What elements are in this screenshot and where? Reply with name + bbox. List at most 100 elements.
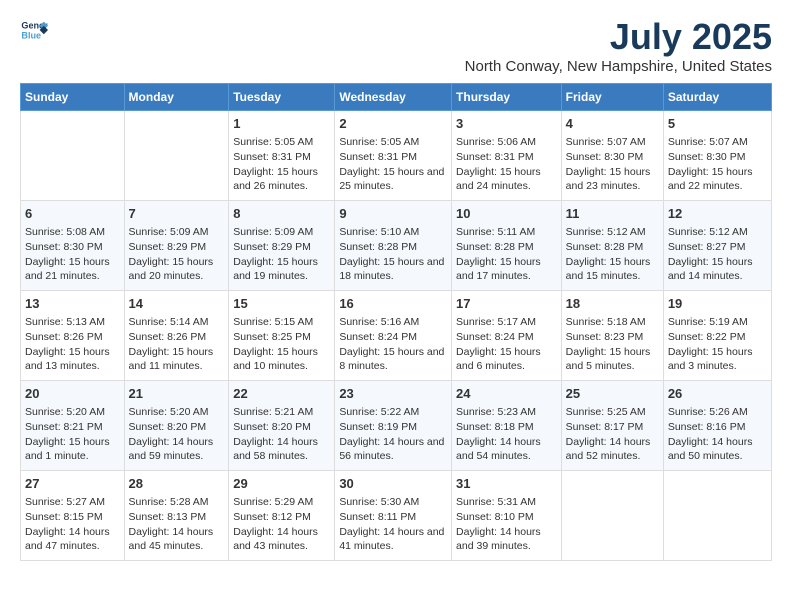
day-info: Sunrise: 5:23 AMSunset: 8:18 PMDaylight:… [456,405,557,464]
calendar-cell: 26 Sunrise: 5:26 AMSunset: 8:16 PMDayligh… [663,381,771,471]
calendar-cell: 23 Sunrise: 5:22 AMSunset: 8:19 PMDayligh… [335,381,452,471]
calendar-cell: 30 Sunrise: 5:30 AMSunset: 8:11 PMDayligh… [335,471,452,561]
page-header: General Blue July 2025 North Conway, New… [20,16,772,75]
calendar-cell: 27Sunrise: 5:27 AMSunset: 8:15 PMDayligh… [21,471,125,561]
day-info: Sunrise: 5:22 AMSunset: 8:19 PMDaylight:… [339,405,447,464]
weekday-header-row: SundayMondayTuesdayWednesdayThursdayFrid… [21,84,772,111]
day-info: Sunrise: 5:16 AMSunset: 8:24 PMDaylight:… [339,315,447,374]
day-info: Sunrise: 5:11 AMSunset: 8:28 PMDaylight:… [456,225,557,284]
day-info: Sunrise: 5:14 AMSunset: 8:26 PMDaylight:… [129,315,225,374]
calendar-cell: 22 Sunrise: 5:21 AMSunset: 8:20 PMDayligh… [229,381,335,471]
weekday-header-thursday: Thursday [452,84,562,111]
calendar-week-row: 20Sunrise: 5:20 AMSunset: 8:21 PMDayligh… [21,381,772,471]
day-number: 16 [339,295,447,313]
day-number: 15 [233,295,330,313]
calendar-cell: 17Sunrise: 5:17 AMSunset: 8:24 PMDayligh… [452,291,562,381]
calendar-cell: 7 Sunrise: 5:09 AMSunset: 8:29 PMDaylight… [124,201,229,291]
day-number: 25 [566,385,659,403]
day-info: Sunrise: 5:29 AMSunset: 8:12 PMDaylight:… [233,495,330,554]
day-info: Sunrise: 5:09 AMSunset: 8:29 PMDaylight:… [233,225,330,284]
weekday-header-friday: Friday [561,84,663,111]
day-number: 6 [25,205,120,223]
calendar-cell: 25 Sunrise: 5:25 AMSunset: 8:17 PMDayligh… [561,381,663,471]
calendar-week-row: 1 Sunrise: 5:05 AMSunset: 8:31 PMDaylight… [21,111,772,201]
day-number: 11 [566,205,659,223]
weekday-header-wednesday: Wednesday [335,84,452,111]
calendar-cell: 24Sunrise: 5:23 AMSunset: 8:18 PMDayligh… [452,381,562,471]
day-number: 21 [129,385,225,403]
day-info: Sunrise: 5:06 AMSunset: 8:31 PMDaylight:… [456,135,557,194]
day-info: Sunrise: 5:26 AMSunset: 8:16 PMDaylight:… [668,405,767,464]
calendar-cell: 2Sunrise: 5:05 AMSunset: 8:31 PMDaylight… [335,111,452,201]
calendar-cell: 13 Sunrise: 5:13 AMSunset: 8:26 PMDayligh… [21,291,125,381]
day-number: 19 [668,295,767,313]
calendar-cell [663,471,771,561]
calendar-cell: 12 Sunrise: 5:12 AMSunset: 8:27 PMDayligh… [663,201,771,291]
calendar-cell: 14 Sunrise: 5:14 AMSunset: 8:26 PMDayligh… [124,291,229,381]
day-number: 4 [566,115,659,133]
day-number: 9 [339,205,447,223]
calendar-cell: 4 Sunrise: 5:07 AMSunset: 8:30 PMDaylight… [561,111,663,201]
weekday-header-monday: Monday [124,84,229,111]
day-number: 3 [456,115,557,133]
calendar-cell: 9Sunrise: 5:10 AMSunset: 8:28 PMDaylight… [335,201,452,291]
day-info: Sunrise: 5:21 AMSunset: 8:20 PMDaylight:… [233,405,330,464]
day-number: 10 [456,205,557,223]
day-info: Sunrise: 5:18 AMSunset: 8:23 PMDaylight:… [566,315,659,374]
day-number: 29 [233,475,330,493]
day-info: Sunrise: 5:13 AMSunset: 8:26 PMDaylight:… [25,315,120,374]
day-info: Sunrise: 5:30 AMSunset: 8:11 PMDaylight:… [339,495,447,554]
logo: General Blue [20,16,48,44]
day-number: 1 [233,115,330,133]
calendar-cell: 18 Sunrise: 5:18 AMSunset: 8:23 PMDayligh… [561,291,663,381]
day-info: Sunrise: 5:28 AMSunset: 8:13 PMDaylight:… [129,495,225,554]
logo-icon: General Blue [20,16,48,44]
day-number: 26 [668,385,767,403]
day-number: 17 [456,295,557,313]
calendar-cell: 3 Sunrise: 5:06 AMSunset: 8:31 PMDaylight… [452,111,562,201]
day-number: 7 [129,205,225,223]
day-info: Sunrise: 5:19 AMSunset: 8:22 PMDaylight:… [668,315,767,374]
day-info: Sunrise: 5:20 AMSunset: 8:20 PMDaylight:… [129,405,225,464]
calendar-cell: 10 Sunrise: 5:11 AMSunset: 8:28 PMDayligh… [452,201,562,291]
day-info: Sunrise: 5:31 AMSunset: 8:10 PMDaylight:… [456,495,557,554]
title-block: July 2025 North Conway, New Hampshire, U… [465,16,772,75]
day-info: Sunrise: 5:07 AMSunset: 8:30 PMDaylight:… [668,135,767,194]
day-number: 28 [129,475,225,493]
day-info: Sunrise: 5:27 AMSunset: 8:15 PMDaylight:… [25,495,120,554]
calendar-cell: 5 Sunrise: 5:07 AMSunset: 8:30 PMDaylight… [663,111,771,201]
day-info: Sunrise: 5:07 AMSunset: 8:30 PMDaylight:… [566,135,659,194]
calendar-cell: 20Sunrise: 5:20 AMSunset: 8:21 PMDayligh… [21,381,125,471]
day-number: 18 [566,295,659,313]
calendar-cell: 15Sunrise: 5:15 AMSunset: 8:25 PMDayligh… [229,291,335,381]
day-info: Sunrise: 5:09 AMSunset: 8:29 PMDaylight:… [129,225,225,284]
calendar-cell [561,471,663,561]
day-number: 22 [233,385,330,403]
month-title: July 2025 [465,16,772,58]
day-number: 14 [129,295,225,313]
calendar-cell: 31 Sunrise: 5:31 AMSunset: 8:10 PMDayligh… [452,471,562,561]
day-info: Sunrise: 5:12 AMSunset: 8:28 PMDaylight:… [566,225,659,284]
calendar-cell: 1Sunrise: 5:05 AMSunset: 8:31 PMDaylight… [229,111,335,201]
weekday-header-sunday: Sunday [21,84,125,111]
day-number: 20 [25,385,120,403]
day-number: 8 [233,205,330,223]
calendar-table: SundayMondayTuesdayWednesdayThursdayFrid… [20,83,772,561]
day-number: 23 [339,385,447,403]
day-number: 5 [668,115,767,133]
calendar-cell: 28 Sunrise: 5:28 AMSunset: 8:13 PMDayligh… [124,471,229,561]
day-number: 13 [25,295,120,313]
calendar-cell: 6Sunrise: 5:08 AMSunset: 8:30 PMDaylight… [21,201,125,291]
calendar-week-row: 27Sunrise: 5:27 AMSunset: 8:15 PMDayligh… [21,471,772,561]
weekday-header-saturday: Saturday [663,84,771,111]
day-info: Sunrise: 5:05 AMSunset: 8:31 PMDaylight:… [339,135,447,194]
day-info: Sunrise: 5:25 AMSunset: 8:17 PMDaylight:… [566,405,659,464]
day-number: 31 [456,475,557,493]
svg-text:Blue: Blue [21,30,41,40]
day-number: 12 [668,205,767,223]
day-number: 30 [339,475,447,493]
calendar-cell: 19 Sunrise: 5:19 AMSunset: 8:22 PMDayligh… [663,291,771,381]
calendar-cell [124,111,229,201]
day-info: Sunrise: 5:12 AMSunset: 8:27 PMDaylight:… [668,225,767,284]
calendar-week-row: 13 Sunrise: 5:13 AMSunset: 8:26 PMDayligh… [21,291,772,381]
